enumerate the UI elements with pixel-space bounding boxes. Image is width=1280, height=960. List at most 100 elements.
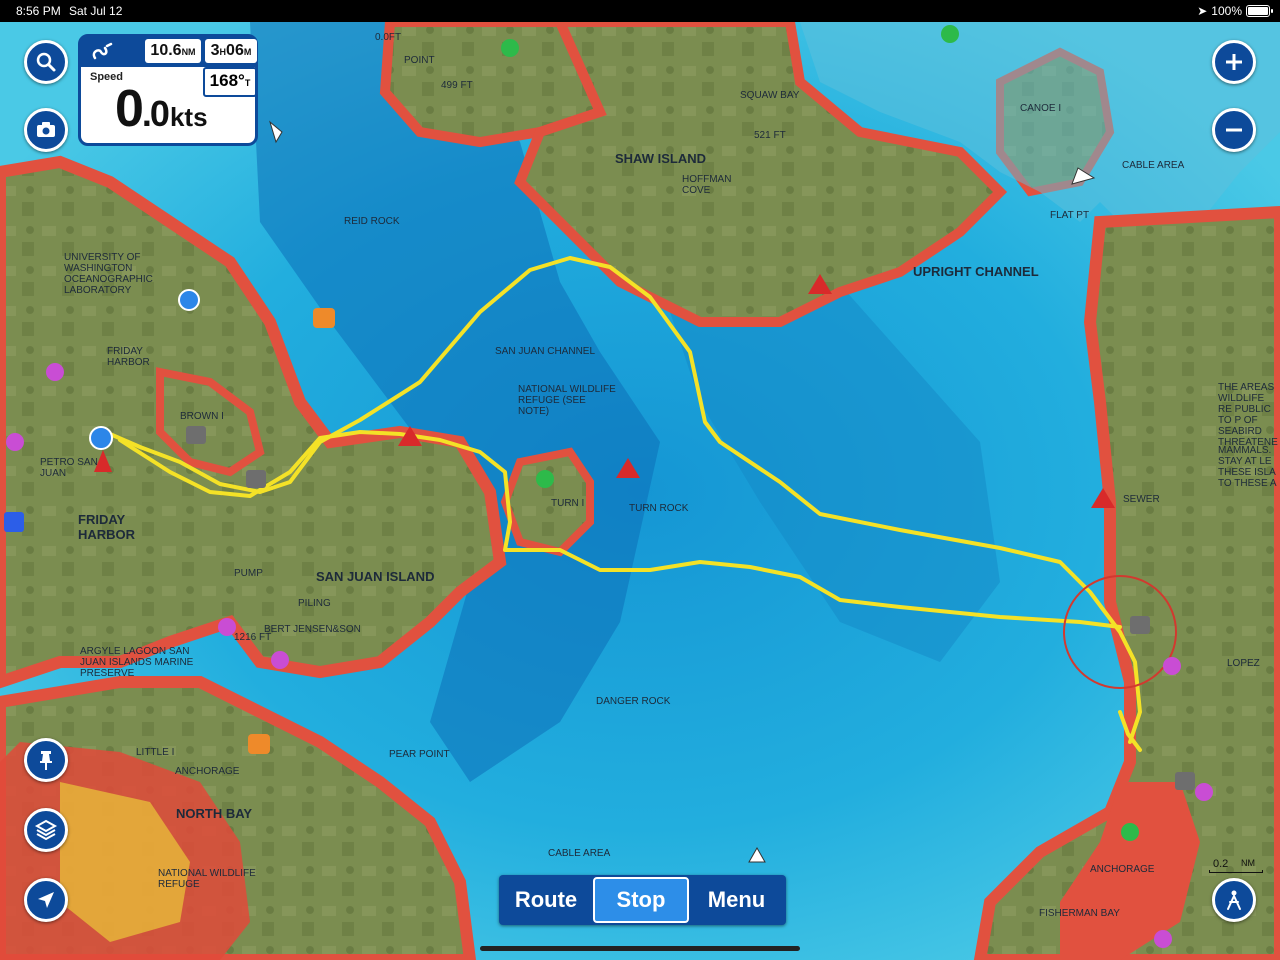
status-date: Sat Jul 12 — [69, 4, 123, 18]
label-brown-i: BROWN I — [180, 411, 224, 422]
status-time: 8:56 PM — [16, 4, 61, 18]
label-fisherman-bay: FISHERMAN BAY — [1039, 908, 1120, 919]
time-minutes: 06 — [226, 42, 244, 59]
label-friday-harbor: FRIDAY HARBOR — [107, 346, 150, 368]
home-indicator[interactable] — [480, 946, 800, 951]
label-little-i: LITTLE I — [136, 747, 175, 758]
search-icon — [36, 52, 56, 72]
label-pump: PUMP — [234, 568, 263, 579]
label-depth-521: 521 FT — [754, 130, 786, 141]
label-turn-rock: TURN ROCK — [629, 503, 689, 514]
label-san-juan-island: SAN JUAN ISLAND — [316, 569, 435, 584]
distance-value: 10.6 — [150, 42, 182, 59]
label-pear-point: PEAR POINT — [389, 749, 450, 760]
label-hoffman-cove: HOFFMAN COVE — [682, 174, 732, 196]
label-wildlife-refuge: NATIONAL WILDLIFE REFUGE (SEE NOTE) — [518, 384, 616, 417]
anchor-marker — [501, 39, 519, 57]
label-areas-note: THE AREAS WILDLIFE RE PUBLIC TO P OF SEA… — [1218, 382, 1278, 448]
camera-button[interactable] — [24, 108, 68, 152]
label-canoe-i: CANOE I — [1020, 103, 1062, 114]
navigation-info-panel[interactable]: 10.6NM 3H06M Speed 168°T 0.0kts — [78, 34, 258, 146]
label-depth-1216: 1216 FT — [234, 632, 272, 643]
time-minutes-unit: M — [243, 47, 252, 57]
time-hours: 3 — [210, 42, 220, 59]
scale-bar: 0.2 NM — [1209, 858, 1263, 873]
zoom-out-button[interactable] — [1212, 108, 1256, 152]
navigation-arrow-icon — [38, 892, 54, 908]
restaurant-marker — [313, 308, 335, 328]
layers-button[interactable] — [24, 808, 68, 852]
heading-value: 168°T — [203, 67, 257, 97]
status-bar: 8:56 PM Sat Jul 12 ➤ 100% — [0, 0, 1280, 22]
scale-unit: NM — [1241, 858, 1255, 868]
pin-marker — [89, 426, 113, 450]
route-control-bar: Route Stop Menu — [499, 875, 786, 925]
marina-marker — [271, 651, 289, 669]
speed-unit: kts — [169, 102, 208, 132]
restaurant-marker — [248, 734, 270, 754]
shop-marker — [4, 512, 24, 532]
notes-marker — [1175, 772, 1195, 790]
anchor-marker — [941, 25, 959, 43]
speed-value: 0.0kts — [115, 81, 208, 145]
label-mammals-note: MAMMALS. STAY AT LE THESE ISLA TO THESE … — [1218, 445, 1277, 489]
speed-integer: 0 — [115, 80, 144, 138]
label-anchorage-2: ANCHORAGE — [1090, 864, 1155, 875]
marina-marker — [1154, 930, 1172, 948]
label-anchorage: ANCHORAGE — [175, 766, 240, 777]
locate-button[interactable] — [24, 878, 68, 922]
waypoint-button[interactable] — [24, 738, 68, 782]
label-point: POINT — [404, 55, 435, 66]
scale-value: 0.2 — [1213, 858, 1229, 870]
label-reid-rock: REID ROCK — [344, 216, 400, 227]
pin-marker — [178, 289, 200, 311]
scale-line — [1209, 870, 1263, 873]
anchor-marker — [536, 470, 554, 488]
zoom-in-button[interactable] — [1212, 40, 1256, 84]
notes-marker — [186, 426, 206, 444]
time-remaining: 3H06M — [205, 39, 257, 63]
anchor-marker — [1121, 823, 1139, 841]
battery-percent: 100% — [1211, 4, 1242, 18]
marina-marker — [1163, 657, 1181, 675]
menu-button[interactable]: Menu — [689, 877, 784, 923]
heading-unit: T — [244, 78, 251, 88]
marina-marker — [1195, 783, 1213, 801]
label-depth-499: 499 FT — [441, 80, 473, 91]
distance-unit: NM — [181, 47, 196, 57]
marina-marker — [6, 433, 24, 451]
layers-icon — [34, 819, 58, 841]
notes-marker — [1130, 616, 1150, 634]
label-lopez: LOPEZ — [1227, 658, 1260, 669]
status-right: ➤ 100% — [1197, 4, 1273, 18]
follow-button[interactable] — [1212, 878, 1256, 922]
notes-marker — [246, 470, 266, 488]
marina-marker — [46, 363, 64, 381]
label-sewer: SEWER — [1123, 494, 1160, 505]
label-squaw-bay: SQUAW BAY — [740, 90, 800, 101]
stop-button[interactable]: Stop — [593, 877, 689, 923]
plus-icon — [1226, 54, 1242, 70]
label-depth-0ft: 0.0FT — [375, 32, 402, 43]
label-university: UNIVERSITY OF WASHINGTON OCEANOGRAPHIC L… — [64, 252, 153, 296]
label-san-juan-channel: SAN JUAN CHANNEL — [495, 346, 596, 357]
label-cable-area: CABLE AREA — [1122, 160, 1185, 171]
label-upright-channel: UPRIGHT CHANNEL — [913, 264, 1039, 279]
label-flat-pt: FLAT PT — [1050, 210, 1090, 221]
label-bert-jensen: BERT JENSEN&SON — [264, 624, 361, 635]
route-logo-icon — [89, 42, 117, 62]
label-piling: PILING — [298, 598, 331, 609]
label-national-wildlife-refuge: NATIONAL WILDLIFE REFUGE — [158, 868, 256, 890]
pin-icon — [40, 751, 52, 770]
route-button[interactable]: Route — [499, 877, 593, 923]
search-button[interactable] — [24, 40, 68, 84]
label-argyle: ARGYLE LAGOON SAN JUAN ISLANDS MARINE PR… — [80, 646, 194, 679]
camera-icon — [37, 122, 55, 137]
person-icon — [1227, 890, 1241, 910]
location-arrow-icon: ➤ — [1197, 4, 1208, 18]
label-north-bay: NORTH BAY — [176, 806, 253, 821]
label-danger-rock: DANGER ROCK — [596, 696, 671, 707]
label-cable-area-2: CABLE AREA — [548, 848, 611, 859]
distance-remaining: 10.6NM — [145, 39, 201, 63]
battery-icon — [1246, 5, 1273, 17]
